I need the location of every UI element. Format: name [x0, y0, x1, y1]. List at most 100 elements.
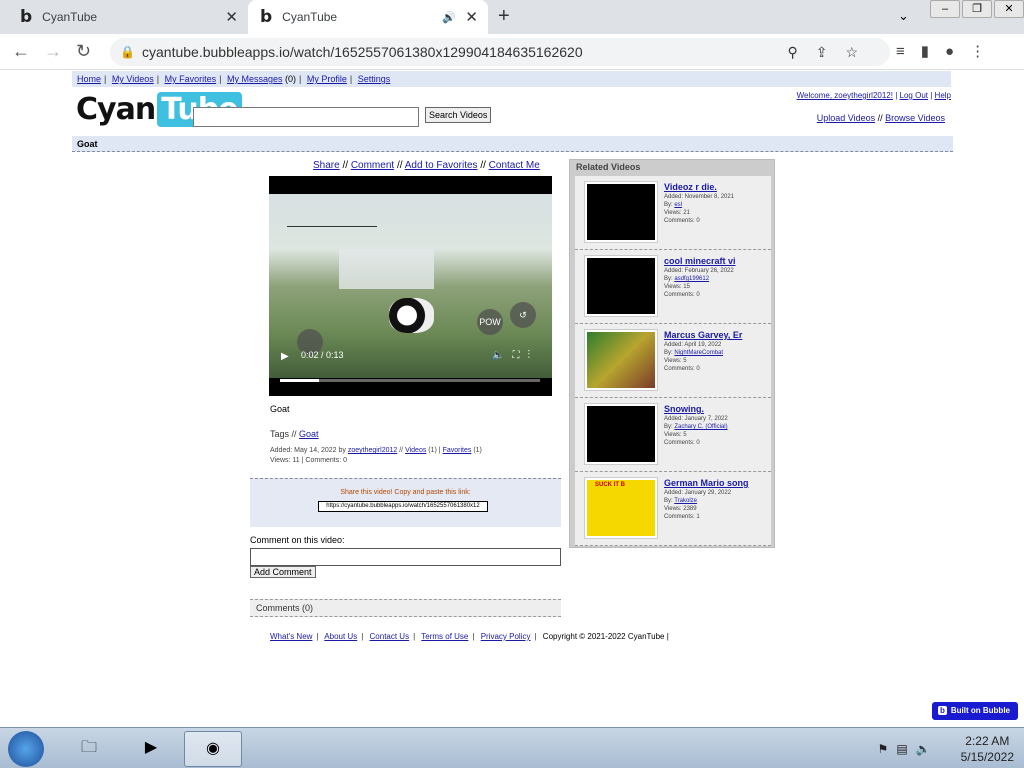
related-author-link[interactable]: NightMareCombat: [674, 350, 723, 356]
media-player-icon[interactable]: ▶: [122, 731, 180, 767]
author-videos-link[interactable]: Videos: [405, 447, 426, 454]
related-views: Views: 15: [664, 284, 690, 290]
maximize-button[interactable]: ❐: [962, 0, 992, 18]
clock[interactable]: 2:22 AM 5/15/2022: [961, 733, 1014, 765]
play-icon[interactable]: ▶: [281, 351, 289, 362]
share-url-field[interactable]: https://cyantube.bubbleapps.io/watch/165…: [318, 501, 488, 512]
video-progress-bar[interactable]: [280, 379, 540, 382]
video-thumbnail[interactable]: [584, 329, 658, 391]
toolbar-right-icons: ≡▮●⋮: [896, 42, 1001, 60]
related-video-item[interactable]: cool minecraft vi Added: February 26, 20…: [575, 250, 771, 324]
nav-home-link[interactable]: Home: [77, 74, 101, 84]
author-favorites-link[interactable]: Favorites: [443, 447, 472, 454]
video-action-links: Share // Comment // Add to Favorites // …: [313, 160, 540, 171]
chrome-icon[interactable]: ◉: [184, 731, 242, 767]
footer-privacy-link[interactable]: Privacy Policy: [481, 632, 531, 641]
contact-me-link[interactable]: Contact Me: [489, 160, 540, 171]
video-player[interactable]: POW ↺ ▶ 0:02 / 0:13 🔈⛶⋮: [269, 176, 552, 396]
share-icon[interactable]: ⇪: [816, 44, 846, 60]
volume-icon[interactable]: 🔈: [916, 742, 939, 756]
close-tab-icon[interactable]: ✕: [465, 8, 478, 26]
related-comments: Comments: 0: [664, 218, 700, 224]
author-link[interactable]: zoeythegirl2012: [348, 447, 397, 454]
more-options-icon[interactable]: ⋮: [528, 350, 539, 361]
welcome-link[interactable]: Welcome, zoeythegirl2012!: [797, 91, 893, 100]
related-author-link[interactable]: Zachary C. (Official): [674, 424, 727, 430]
add-comment-button[interactable]: Add Comment: [250, 566, 316, 578]
footer-terms-link[interactable]: Terms of Use: [421, 632, 468, 641]
audio-playing-icon[interactable]: 🔊: [442, 11, 456, 24]
swirl-icon: ↺: [510, 302, 536, 328]
related-added: Added: January 7, 2022: [664, 416, 728, 422]
video-thumbnail[interactable]: [584, 477, 658, 539]
search-input[interactable]: [193, 107, 419, 127]
share-label: Share this video! Copy and paste this li…: [340, 489, 471, 496]
start-button[interactable]: [8, 731, 44, 767]
browser-tab[interactable]: b CyanTube ✕: [8, 0, 248, 34]
built-on-bubble-badge[interactable]: b Built on Bubble: [932, 702, 1018, 720]
nav-my-favorites-link[interactable]: My Favorites: [165, 74, 217, 84]
add-to-favorites-link[interactable]: Add to Favorites: [405, 160, 478, 171]
related-by-label: By:: [664, 350, 673, 356]
address-bar[interactable]: 🔒 cyantube.bubbleapps.io/watch/165255706…: [110, 38, 890, 66]
related-video-title[interactable]: German Mario song: [664, 478, 749, 489]
nav-my-profile-link[interactable]: My Profile: [307, 74, 347, 84]
volume-icon[interactable]: 🔈: [492, 350, 512, 361]
related-video-item[interactable]: Videoz r die. Added: November 8, 2021 By…: [575, 176, 771, 250]
back-icon[interactable]: ←: [12, 41, 30, 62]
fullscreen-icon[interactable]: ⛶: [513, 350, 528, 361]
forward-icon[interactable]: →: [44, 41, 62, 62]
media-controls-icon[interactable]: ≡: [896, 43, 921, 60]
footer-about-link[interactable]: About Us: [324, 632, 357, 641]
related-video-item[interactable]: Snowing. Added: January 7, 2022 By: Zach…: [575, 398, 771, 472]
tab-title: CyanTube: [42, 10, 98, 24]
comment-link[interactable]: Comment: [351, 160, 394, 171]
related-author-link[interactable]: esl: [674, 202, 682, 208]
side-panel-icon[interactable]: ▮: [921, 43, 945, 60]
nav-my-messages-link[interactable]: My Messages: [227, 74, 283, 84]
video-thumbnail[interactable]: [584, 255, 658, 317]
menu-kebab-icon[interactable]: ⋮: [970, 43, 1001, 60]
footer-contact-link[interactable]: Contact Us: [370, 632, 410, 641]
related-added: Added: February 26, 2022: [664, 268, 734, 274]
video-thumbnail[interactable]: [584, 181, 658, 243]
related-videos-panel: Related Videos Videoz r die. Added: Nove…: [569, 159, 775, 548]
help-link[interactable]: Help: [935, 91, 951, 100]
nav-my-videos-link[interactable]: My Videos: [112, 74, 154, 84]
new-tab-button[interactable]: +: [498, 5, 510, 28]
browse-videos-link[interactable]: Browse Videos: [885, 113, 945, 123]
related-video-title[interactable]: cool minecraft vi: [664, 256, 736, 267]
reload-icon[interactable]: ↻: [76, 41, 91, 62]
tag-link[interactable]: Goat: [299, 429, 319, 439]
close-tab-icon[interactable]: ✕: [225, 8, 238, 26]
nav-settings-link[interactable]: Settings: [358, 74, 391, 84]
tray-icons: ⚑▤🔈: [878, 742, 939, 756]
footer-whats-new-link[interactable]: What's New: [270, 632, 312, 641]
related-video-title[interactable]: Marcus Garvey, Er: [664, 330, 742, 341]
network-icon[interactable]: ▤: [896, 742, 915, 756]
profile-icon[interactable]: ●: [945, 43, 970, 60]
related-views: Views: 5: [664, 358, 687, 364]
video-thumbnail[interactable]: [584, 403, 658, 465]
zoom-icon[interactable]: ⚲: [787, 44, 815, 60]
upload-videos-link[interactable]: Upload Videos: [817, 113, 875, 123]
lock-icon[interactable]: 🔒: [120, 38, 135, 66]
related-author-link[interactable]: asdfg199612: [674, 276, 709, 282]
file-explorer-icon[interactable]: 🗀: [60, 731, 118, 767]
tab-search-icon[interactable]: ⌄: [898, 8, 909, 24]
minimize-button[interactable]: –: [930, 0, 960, 18]
related-author-link[interactable]: Trakolze: [674, 498, 697, 504]
share-link[interactable]: Share: [313, 160, 340, 171]
logout-link[interactable]: Log Out: [900, 91, 928, 100]
related-video-title[interactable]: Videoz r die.: [664, 182, 734, 193]
related-video-item[interactable]: German Mario song Added: January 29, 202…: [575, 472, 771, 546]
action-center-icon[interactable]: ⚑: [878, 742, 897, 756]
related-video-item[interactable]: Marcus Garvey, Er Added: April 19, 2022 …: [575, 324, 771, 398]
related-comments: Comments: 0: [664, 440, 700, 446]
search-videos-button[interactable]: Search Videos: [425, 107, 492, 123]
comment-input[interactable]: [250, 548, 561, 566]
close-window-button[interactable]: ✕: [994, 0, 1024, 18]
related-video-title[interactable]: Snowing.: [664, 404, 728, 415]
bookmark-star-icon[interactable]: ☆: [845, 44, 876, 60]
browser-tab-active[interactable]: b CyanTube 🔊 ✕: [248, 0, 488, 34]
